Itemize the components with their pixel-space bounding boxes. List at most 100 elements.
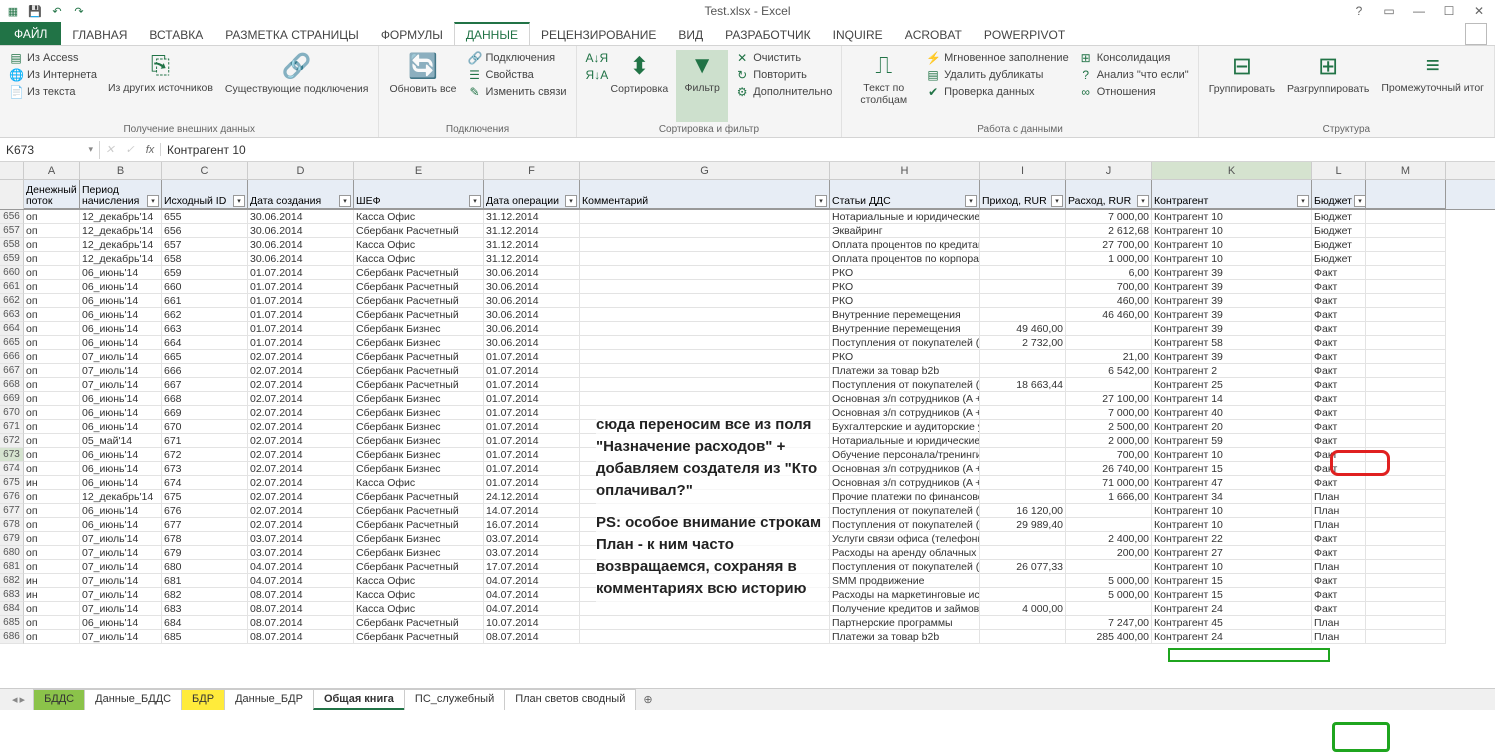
cell[interactable]: Сбербанк Расчетный (354, 560, 484, 574)
ribbon-tab-acrobat[interactable]: ACROBAT (894, 22, 973, 45)
cell[interactable]: 06_июнь'14 (80, 406, 162, 420)
cell[interactable]: оп (24, 462, 80, 476)
row-number[interactable]: 682 (0, 574, 24, 588)
cell[interactable] (980, 252, 1066, 266)
cell[interactable] (1066, 560, 1152, 574)
filter-cell-D[interactable]: Дата создания▾ (248, 180, 354, 209)
cell[interactable]: оп (24, 518, 80, 532)
cell[interactable]: План (1312, 518, 1366, 532)
cell[interactable]: 2 400,00 (1066, 532, 1152, 546)
cell[interactable]: Поступления от покупателей ( (830, 378, 980, 392)
cell[interactable]: оп (24, 420, 80, 434)
cell[interactable] (1366, 406, 1446, 420)
row-number[interactable]: 676 (0, 490, 24, 504)
cell[interactable]: Бюджет (1312, 210, 1366, 224)
row-number[interactable]: 669 (0, 392, 24, 406)
cell[interactable] (580, 308, 830, 322)
cell[interactable]: 31.12.2014 (484, 210, 580, 224)
cell[interactable]: 08.07.2014 (484, 630, 580, 644)
cell[interactable]: Факт (1312, 378, 1366, 392)
cell[interactable]: 673 (162, 462, 248, 476)
cell[interactable] (580, 630, 830, 644)
cell[interactable]: 663 (162, 322, 248, 336)
sheet-tab[interactable]: ПС_служебный (404, 689, 505, 710)
cell[interactable]: Контрагент 39 (1152, 266, 1312, 280)
properties-button[interactable]: ☰Свойства (465, 67, 570, 83)
cell[interactable]: 02.07.2014 (248, 518, 354, 532)
cell[interactable]: ин (24, 574, 80, 588)
cell[interactable]: Контрагент 45 (1152, 616, 1312, 630)
new-sheet-button[interactable]: ⊕ (635, 690, 660, 709)
cell[interactable]: 677 (162, 518, 248, 532)
cell[interactable]: Сбербанк Бизнес (354, 322, 484, 336)
cell[interactable]: РКО (830, 280, 980, 294)
cell[interactable]: 655 (162, 210, 248, 224)
cell[interactable] (1366, 294, 1446, 308)
group-button[interactable]: ⊟Группировать (1205, 50, 1279, 122)
cell[interactable]: 656 (162, 224, 248, 238)
cell[interactable]: 678 (162, 532, 248, 546)
filter-cell-C[interactable]: Исходный ID▾ (162, 180, 248, 209)
cell[interactable]: 682 (162, 588, 248, 602)
from-text-button[interactable]: 📄Из текста (6, 84, 100, 100)
cell[interactable]: 02.07.2014 (248, 490, 354, 504)
cell[interactable]: 285 400,00 (1066, 630, 1152, 644)
cell[interactable]: ин (24, 476, 80, 490)
cell[interactable]: 674 (162, 476, 248, 490)
cell[interactable]: Платежи за товар b2b (830, 364, 980, 378)
cell[interactable]: 07_июль'14 (80, 602, 162, 616)
cell[interactable] (580, 364, 830, 378)
cell[interactable]: Контрагент 2 (1152, 364, 1312, 378)
row-number[interactable]: 670 (0, 406, 24, 420)
cell[interactable] (1066, 504, 1152, 518)
sheet-nav[interactable]: ◂▸ (4, 693, 33, 706)
cell[interactable]: 27 700,00 (1066, 238, 1152, 252)
cell[interactable]: Сбербанк Расчетный (354, 378, 484, 392)
ribbon-tab-разметка страницы[interactable]: РАЗМЕТКА СТРАНИЦЫ (214, 22, 370, 45)
cell[interactable] (980, 210, 1066, 224)
cell[interactable] (1066, 602, 1152, 616)
cell[interactable]: 02.07.2014 (248, 448, 354, 462)
cell[interactable]: 02.07.2014 (248, 364, 354, 378)
cell[interactable]: Поступления от покупателей ( (830, 560, 980, 574)
row-number[interactable]: 683 (0, 588, 24, 602)
cell[interactable]: Сбербанк Бизнес (354, 406, 484, 420)
from-other-sources-button[interactable]: ⎘Из других источников (104, 50, 217, 122)
row-number[interactable]: 668 (0, 378, 24, 392)
column-header-L[interactable]: L (1312, 162, 1366, 179)
cell[interactable]: оп (24, 532, 80, 546)
flash-fill-button[interactable]: ⚡Мгновенное заполнение (923, 50, 1072, 66)
cell[interactable]: Внутренние перемещения (830, 308, 980, 322)
cell[interactable]: Нотариальные и юридические услуги (830, 210, 980, 224)
cell[interactable]: оп (24, 350, 80, 364)
column-header-D[interactable]: D (248, 162, 354, 179)
cell[interactable]: 06_июнь'14 (80, 504, 162, 518)
cell[interactable]: 30.06.2014 (248, 252, 354, 266)
row-number[interactable]: 664 (0, 322, 24, 336)
cell[interactable] (1366, 574, 1446, 588)
filter-dropdown-icon[interactable]: ▾ (339, 195, 351, 207)
row-number[interactable]: 671 (0, 420, 24, 434)
row-number[interactable]: 661 (0, 280, 24, 294)
cell[interactable]: 27 100,00 (1066, 392, 1152, 406)
cell[interactable]: Поступления от покупателей ( (830, 518, 980, 532)
ribbon-tab-вставка[interactable]: ВСТАВКА (138, 22, 214, 45)
cell[interactable] (1366, 476, 1446, 490)
row-number[interactable]: 666 (0, 350, 24, 364)
column-header-F[interactable]: F (484, 162, 580, 179)
cell[interactable]: 01.07.2014 (484, 434, 580, 448)
edit-links-button[interactable]: ✎Изменить связи (465, 84, 570, 100)
filter-dropdown-icon[interactable]: ▾ (965, 195, 977, 207)
cell[interactable] (1366, 546, 1446, 560)
cell[interactable]: Сбербанк Расчетный (354, 294, 484, 308)
cell[interactable]: 12_декабрь'14 (80, 224, 162, 238)
cell[interactable]: Контрагент 24 (1152, 602, 1312, 616)
cell[interactable]: Основная з/п сотрудников (A + Z) (830, 462, 980, 476)
advanced-filter-button[interactable]: ⚙Дополнительно (732, 84, 835, 100)
cell[interactable]: 07_июль'14 (80, 574, 162, 588)
cell[interactable]: 04.07.2014 (484, 574, 580, 588)
filter-cell-M[interactable] (1366, 180, 1446, 209)
cell[interactable]: Сбербанк Бизнес (354, 462, 484, 476)
cell[interactable]: оп (24, 448, 80, 462)
fx-icon[interactable]: fx (140, 144, 160, 156)
